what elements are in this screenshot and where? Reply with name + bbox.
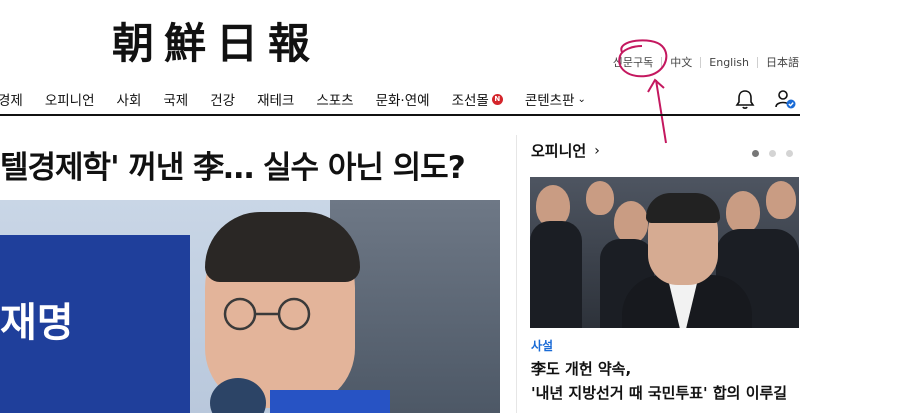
opinion-photo[interactable] (530, 177, 799, 328)
carousel-dot[interactable] (786, 150, 793, 157)
hero-photo[interactable]: 재명 (0, 200, 500, 413)
speaker-suit (270, 390, 390, 413)
glasses-shape (223, 297, 311, 331)
new-badge: N (491, 93, 503, 105)
subscribe-link[interactable]: 신문구독 (613, 54, 653, 70)
logo-char-2: 鮮 (164, 19, 207, 68)
opinion-headline-line1[interactable]: 李도 개헌 약속, (531, 358, 631, 379)
banner-text: 재명 (0, 300, 74, 346)
crowd-suit (530, 221, 582, 328)
japanese-link[interactable]: 日本語 (766, 54, 799, 70)
main-nav: 경제 오피니언 사회 국제 건강 재테크 스포츠 문화·연예 조선몰 N 콘텐츠판… (0, 84, 800, 116)
logo-char-4: 報 (268, 19, 311, 68)
chevron-right-icon: › (594, 142, 600, 159)
speaker-hair (205, 212, 360, 282)
divider (700, 56, 702, 68)
nav-item-health[interactable]: 건강 (210, 89, 235, 109)
divider (757, 56, 758, 68)
nav-item-contents-label: 콘텐츠판 (524, 93, 575, 109)
logo-char-3: 日 (216, 19, 259, 68)
nav-item-society[interactable]: 사회 (117, 89, 142, 109)
crowd-face (614, 201, 648, 243)
opinion-section-title[interactable]: 오피니언 › (531, 140, 600, 161)
user-icon[interactable] (774, 88, 796, 110)
logo-char-1: 朝 (112, 19, 155, 68)
nav-item-shop[interactable]: 조선몰 N (452, 89, 503, 109)
nav-menu: 경제 오피니언 사회 국제 건강 재테크 스포츠 문화·연예 조선몰 N 콘텐츠판… (0, 89, 608, 109)
site-logo[interactable]: 朝鮮日報 (112, 14, 320, 74)
nav-icons (734, 88, 796, 110)
crowd-face (766, 181, 796, 219)
carousel-dot[interactable] (769, 150, 776, 157)
nav-item-finance[interactable]: 재테크 (257, 89, 294, 109)
chinese-link[interactable]: 中文 (670, 54, 692, 70)
nav-item-shop-label: 조선몰 (451, 93, 489, 109)
opinion-title-label: 오피니언 (531, 142, 587, 160)
nav-item-economy[interactable]: 경제 (0, 89, 23, 109)
nav-item-culture[interactable]: 문화·연예 (376, 89, 430, 109)
opinion-category[interactable]: 사설 (531, 337, 553, 354)
opinion-headline-line2[interactable]: '내년 지방선거 때 국민투표' 합의 이루길 (531, 382, 787, 403)
carousel-dots (752, 150, 803, 157)
nav-item-international[interactable]: 국제 (163, 89, 188, 109)
crowd-face (726, 191, 760, 233)
crowd-face (586, 181, 614, 215)
column-divider (516, 135, 517, 413)
nav-item-opinion[interactable]: 오피니언 (45, 89, 95, 109)
nav-item-sports[interactable]: 스포츠 (316, 89, 353, 109)
background-crowd (330, 200, 500, 413)
bell-icon[interactable] (734, 88, 756, 110)
chevron-down-icon: ⌄ (577, 93, 586, 105)
divider (661, 56, 663, 68)
carousel-dot-active[interactable] (752, 150, 759, 157)
nav-item-contents[interactable]: 콘텐츠판 ⌄ (525, 89, 586, 109)
english-link[interactable]: English (709, 56, 749, 69)
main-figure-hair (646, 193, 720, 223)
main-headline[interactable]: 텔경제학' 꺼낸 李… 실수 아닌 의도? (0, 142, 466, 187)
utility-links: 신문구독 中文 English 日本語 (613, 54, 799, 70)
